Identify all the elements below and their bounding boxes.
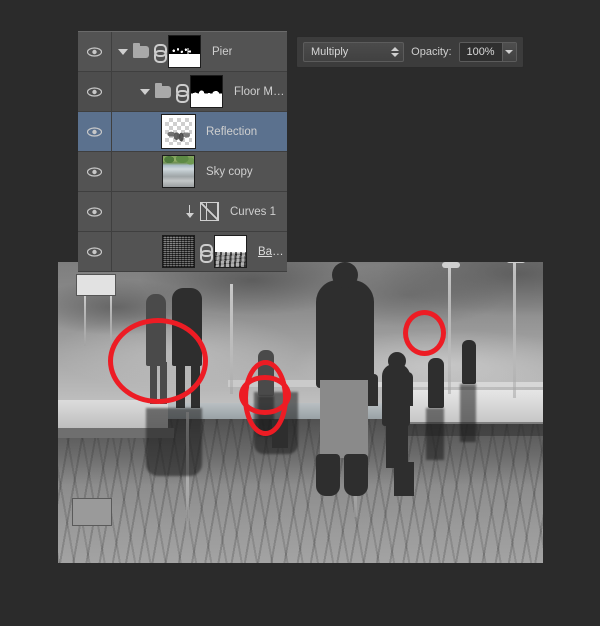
figure-main-man-trousers: [320, 380, 368, 458]
curves-adjustment-icon[interactable]: [200, 202, 219, 221]
chevron-down-icon[interactable]: [502, 43, 516, 61]
lamp-head-4: [506, 262, 526, 263]
annotation-ellipse-right: [403, 310, 446, 356]
visibility-toggle-sky-copy[interactable]: [78, 152, 112, 191]
layer-thumbnail-floor-mask[interactable]: [190, 75, 223, 108]
layer-row-reflection[interactable]: Reflection: [78, 112, 287, 152]
layer-thumbnail-pier[interactable]: [168, 35, 201, 68]
eye-icon[interactable]: [87, 247, 102, 257]
opacity-input[interactable]: 100%: [460, 43, 502, 61]
layer-mask-thumbnail-base-c[interactable]: [214, 235, 247, 268]
eye-icon[interactable]: [87, 87, 102, 97]
photoshop-screenshot: Multiply Opacity: 100% Pier: [0, 0, 600, 626]
layer-thumbnail-base-c[interactable]: [162, 235, 195, 268]
sign-board-bottom: [72, 498, 112, 526]
sign-post-right: [110, 296, 112, 346]
visibility-toggle-floor-mask[interactable]: [78, 72, 112, 111]
figure-child: [382, 364, 410, 426]
layer-row-floor-mask[interactable]: Floor Mask: [78, 72, 287, 112]
eye-icon[interactable]: [87, 47, 102, 57]
layer-name-curves-1[interactable]: Curves 1: [230, 206, 276, 218]
folder-icon: [155, 86, 171, 98]
visibility-toggle-pier[interactable]: [78, 32, 112, 71]
blend-mode-value: Multiply: [311, 46, 348, 58]
figure-right-2: [462, 340, 476, 384]
figure-main-man: [316, 280, 374, 388]
eye-icon[interactable]: [87, 167, 102, 177]
updown-spinner-icon[interactable]: [391, 47, 399, 57]
figure-main-man-shoe-1: [316, 454, 340, 496]
layer-content-sky-copy[interactable]: Sky copy: [112, 152, 287, 191]
layer-name-reflection[interactable]: Reflection: [206, 126, 257, 138]
triangle-down-icon[interactable]: [118, 49, 128, 55]
eye-icon[interactable]: [87, 127, 102, 137]
lamp-post-3: [448, 264, 451, 394]
layer-content-curves-1[interactable]: Curves 1: [112, 192, 287, 231]
sign-board: [76, 274, 116, 296]
layer-thumbnail-sky-copy[interactable]: [162, 155, 195, 188]
image-canvas[interactable]: [58, 262, 543, 563]
opacity-label: Opacity:: [411, 46, 451, 58]
eye-icon[interactable]: [87, 207, 102, 217]
triangle-down-icon[interactable]: [140, 89, 150, 95]
suitcase-2: [394, 462, 414, 496]
layer-name-sky-copy[interactable]: Sky copy: [206, 166, 253, 178]
layer-name-base-c[interactable]: Base C...: [258, 246, 287, 258]
reflection-right-2: [460, 384, 476, 442]
figure-main-man-head: [332, 262, 358, 288]
lamp-post-4: [513, 262, 516, 398]
layer-name-floor-mask[interactable]: Floor Mask: [234, 86, 287, 98]
opacity-control[interactable]: 100%: [459, 42, 517, 62]
layer-row-pier[interactable]: Pier: [78, 32, 287, 72]
visibility-toggle-base-c[interactable]: [78, 232, 112, 271]
reflection-right-1: [426, 408, 444, 460]
lamp-head-3: [442, 262, 460, 268]
figure-right-1: [428, 358, 444, 408]
layer-content-pier[interactable]: Pier: [112, 32, 287, 71]
layer-row-base-c[interactable]: Base C...: [78, 232, 287, 272]
layer-content-reflection[interactable]: Reflection: [112, 112, 287, 151]
reflection-left-pair: [146, 408, 202, 476]
layer-options-bar: Multiply Opacity: 100%: [296, 36, 524, 68]
visibility-toggle-reflection[interactable]: [78, 112, 112, 151]
layer-row-sky-copy[interactable]: Sky copy: [78, 152, 287, 192]
visibility-toggle-curves-1[interactable]: [78, 192, 112, 231]
lamp-post-1: [230, 284, 233, 394]
layers-panel[interactable]: Pier Floor Mask: [78, 31, 287, 271]
layer-row-curves-1[interactable]: Curves 1: [78, 192, 287, 232]
annotation-ellipse-center-low: [243, 360, 288, 436]
layer-content-floor-mask[interactable]: Floor Mask: [112, 72, 287, 111]
link-icon[interactable]: [176, 84, 185, 99]
blend-mode-select[interactable]: Multiply: [303, 42, 404, 62]
figure-child-head: [388, 352, 406, 370]
folder-icon: [133, 46, 149, 58]
layer-name-pier[interactable]: Pier: [212, 46, 232, 58]
sign-post-left: [84, 296, 86, 346]
layer-content-base-c[interactable]: Base C...: [112, 232, 287, 271]
pier-photograph: [58, 262, 543, 563]
annotation-ellipse-left: [108, 318, 208, 404]
link-icon[interactable]: [200, 244, 209, 259]
clipping-mask-arrow-icon: [184, 205, 195, 219]
figure-main-man-shoe-2: [344, 454, 368, 496]
link-icon[interactable]: [154, 44, 163, 59]
layer-thumbnail-reflection[interactable]: [162, 115, 195, 148]
